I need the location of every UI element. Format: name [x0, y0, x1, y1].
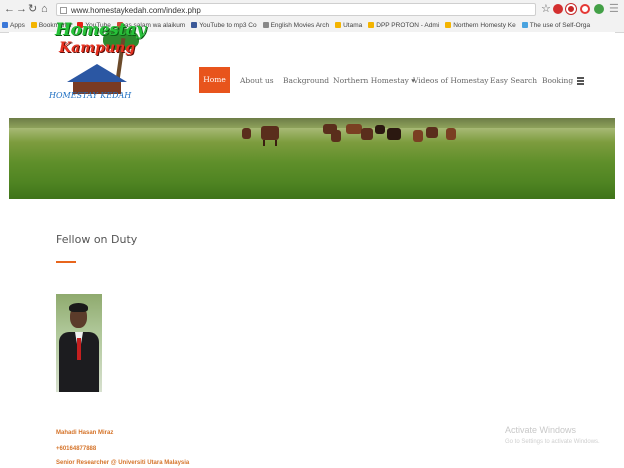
bookmark-icon	[191, 22, 198, 28]
cow-image	[361, 128, 373, 140]
bookmark-icon	[262, 22, 269, 28]
nav-item-home[interactable]: Home	[199, 67, 230, 93]
cow-leg	[275, 140, 277, 146]
menu-icon[interactable]: ☰	[609, 3, 619, 16]
bookmark-item[interactable]: DPP PROTON - Admi	[368, 20, 439, 31]
bookmark-icon	[368, 22, 375, 28]
bookmark-item[interactable]: Northern Homesty Ke	[445, 20, 516, 31]
cow-image	[331, 130, 341, 142]
bookmark-item[interactable]: Apps	[2, 20, 25, 31]
bookmark-label: Apps	[10, 22, 25, 29]
address-bar[interactable]: www.homestaykedah.com/index.php	[56, 3, 536, 16]
nav-item-booking[interactable]: Booking	[542, 76, 573, 86]
logo-title: Homestay	[55, 20, 146, 40]
reload-icon[interactable]: ↻	[28, 3, 37, 16]
bookmark-label: DPP PROTON - Admi	[376, 22, 440, 29]
bookmark-icon	[335, 22, 342, 28]
bookmark-item[interactable]: YouTube to mp3 Co	[191, 20, 257, 31]
cow-image	[242, 128, 251, 139]
bookmark-icon	[521, 22, 528, 28]
title-underline	[56, 261, 76, 263]
cow-image	[346, 124, 362, 134]
nav-item-background[interactable]: Background	[283, 76, 329, 86]
cow-image	[446, 128, 456, 140]
profile-photo	[56, 294, 102, 392]
bookmark-item[interactable]: English Movies Arch	[262, 20, 330, 31]
house-roof	[67, 64, 127, 82]
logo-subtitle: Kampung	[59, 40, 135, 56]
bookmark-icon	[30, 22, 37, 28]
nav-item-videos[interactable]: Videos of Homestay	[413, 76, 489, 86]
hamburger-menu-icon[interactable]	[577, 77, 584, 85]
forward-icon[interactable]: →	[16, 3, 27, 16]
address-bar-url: www.homestaykedah.com/index.php	[71, 6, 201, 15]
tree-line	[9, 118, 615, 128]
page-title: Fellow on Duty	[56, 233, 138, 246]
bookmark-label: The use of Self-Orga	[529, 22, 591, 29]
person-phone: +60164877888	[56, 446, 97, 452]
home-icon[interactable]: ⌂	[41, 3, 48, 16]
bookmark-label: Northern Homesty Ke	[453, 22, 516, 29]
extension-opera-icon[interactable]	[580, 4, 590, 14]
bookmark-icon	[445, 22, 452, 28]
activate-windows-hint: Go to Settings to activate Windows.	[505, 439, 600, 445]
site-logo[interactable]: Homestay Kampung HOMESTAY KEDAH	[45, 18, 155, 116]
person-role: Senior Researcher @ Universiti Utara Mal…	[56, 460, 190, 466]
page-icon	[60, 7, 67, 14]
cow-image	[413, 130, 423, 142]
nav-item-about-us[interactable]: About us	[240, 76, 274, 86]
photo-tie	[77, 338, 81, 360]
star-icon[interactable]: ☆	[541, 3, 551, 16]
bookmark-label: Utama	[343, 22, 363, 29]
cow-image	[261, 126, 279, 140]
cow-image	[387, 128, 401, 140]
extension-stop-icon[interactable]	[553, 4, 563, 14]
hero-banner	[9, 118, 615, 199]
address-row: ← → ↻ ⌂ www.homestaykedah.com/index.php …	[0, 2, 624, 18]
back-icon[interactable]: ←	[4, 3, 15, 16]
bookmark-item[interactable]: The use of Self-Orga	[521, 20, 591, 31]
cow-image	[375, 125, 385, 134]
bookmark-label: English Movies Arch	[270, 22, 330, 29]
nav-item-northern-homestay[interactable]: Northern Homestay ▾	[333, 76, 415, 86]
extension-green-icon[interactable]	[594, 4, 604, 14]
activate-windows-title: Activate Windows	[505, 425, 577, 435]
cow-leg	[263, 140, 265, 146]
nav-item-easy-search[interactable]: Easy Search	[490, 76, 537, 86]
bookmark-icon	[2, 22, 8, 28]
cow-image	[426, 127, 438, 138]
extension-record-icon[interactable]	[566, 4, 576, 14]
person-name: Mahadi Hasan Miraz	[56, 430, 114, 436]
photo-hair	[69, 303, 88, 312]
bookmark-item[interactable]: Utama	[335, 20, 362, 31]
logo-tagline: HOMESTAY KEDAH	[49, 91, 132, 100]
bookmark-label: YouTube to mp3 Co	[199, 22, 257, 29]
